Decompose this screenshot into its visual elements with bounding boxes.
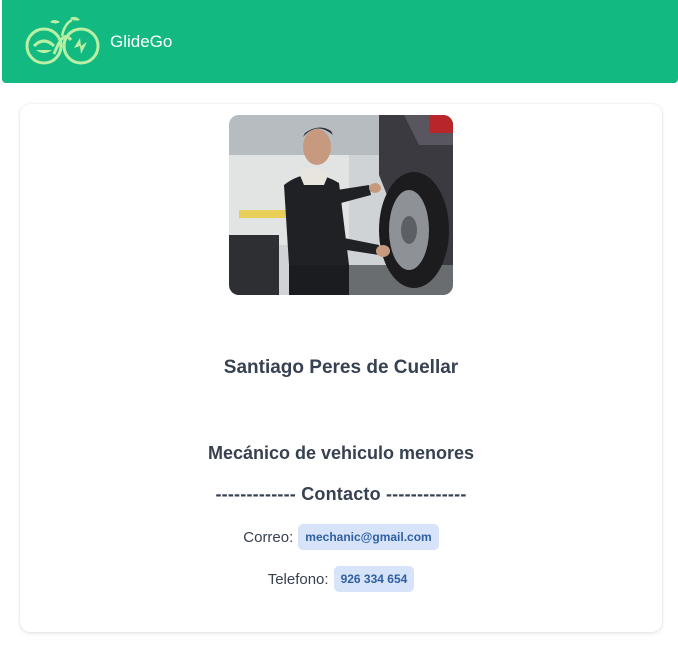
email-label: Correo: <box>243 528 294 546</box>
contact-heading: ------------- Contacto ------------- <box>215 484 467 504</box>
brand-name[interactable]: GlideGo <box>110 31 172 53</box>
mechanic-photo <box>229 115 453 295</box>
bike-leaf-logo-icon[interactable] <box>24 14 100 68</box>
mechanic-name: Santiago Peres de Cuellar <box>223 357 459 378</box>
phone-badge[interactable]: 926 334 654 <box>333 566 415 592</box>
email-row: Correo: mechanic@gmail.com <box>20 524 662 550</box>
top-navbar: GlideGo <box>2 0 678 83</box>
phone-row: Telefono: 926 334 654 <box>20 566 662 592</box>
email-badge[interactable]: mechanic@gmail.com <box>298 524 439 550</box>
mechanic-profile-card: Santiago Peres de Cuellar Mecánico de ve… <box>20 104 662 632</box>
mechanic-role: Mecánico de vehiculo menores <box>207 443 475 463</box>
phone-label: Telefono: <box>267 570 329 588</box>
